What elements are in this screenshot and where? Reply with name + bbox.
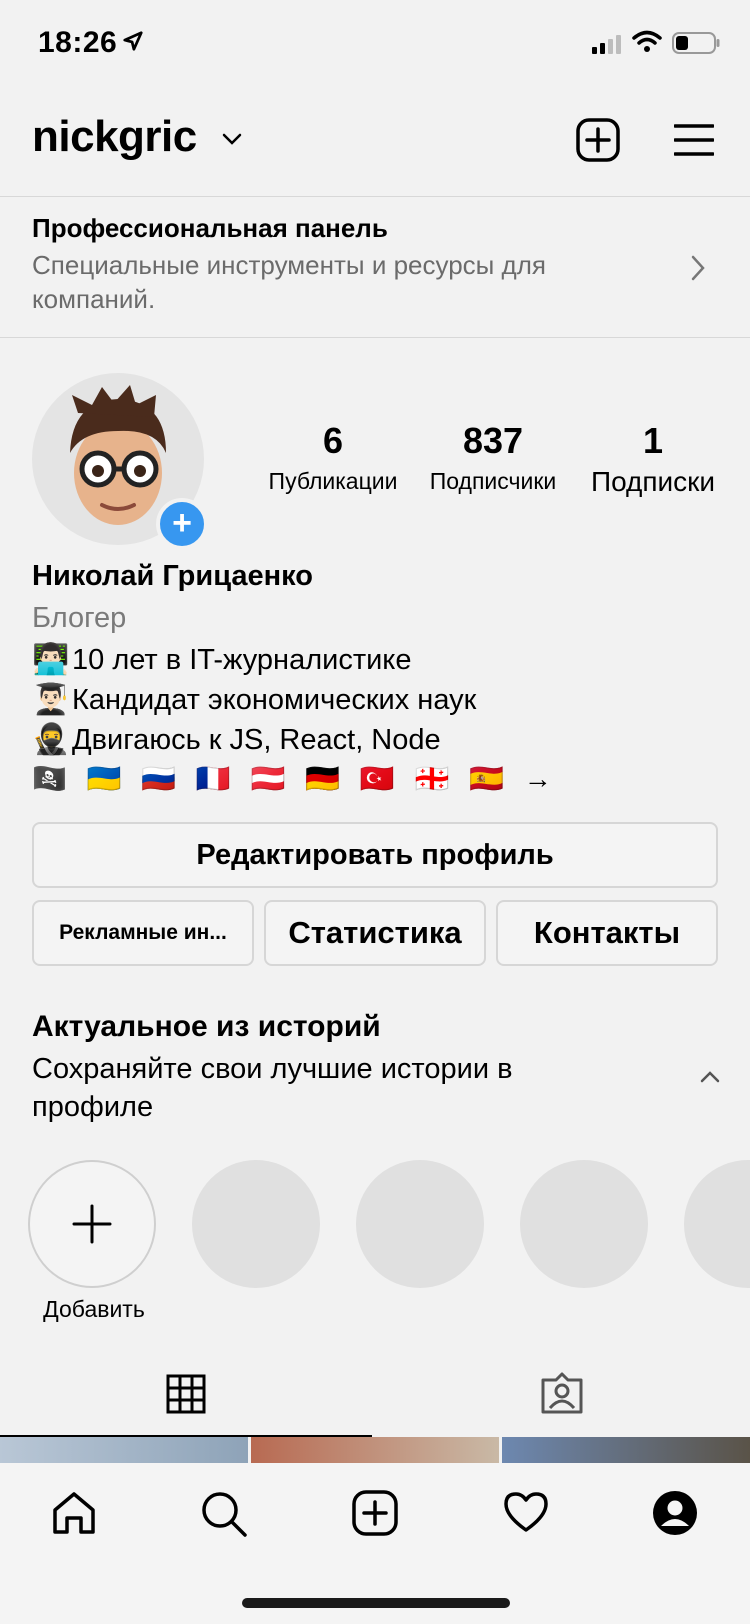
add-highlight-label: Добавить (43, 1296, 145, 1322)
bio-emoji: 👨🏻‍💻 (32, 643, 70, 676)
chevron-down-icon[interactable] (222, 132, 242, 146)
bio-emoji: 🥷 (32, 723, 70, 756)
bio-text: 10 лет в IT-журналистике (72, 644, 412, 676)
bio-text: Двигаюсь к JS, React, Node (72, 724, 441, 756)
pro-panel-subtitle[interactable]: Специальные инструменты и ресурсы для ко… (32, 248, 652, 316)
chevron-right-icon[interactable] (690, 254, 706, 282)
highlight-placeholder (192, 1160, 320, 1288)
post-thumbnails (0, 1437, 750, 1463)
add-story-button[interactable]: + (156, 498, 208, 550)
heart-icon[interactable] (502, 1490, 550, 1534)
post-thumbnail[interactable] (251, 1437, 499, 1463)
stat-value: 837 (462, 420, 524, 461)
search-icon[interactable] (200, 1490, 248, 1538)
signal-icon (592, 35, 621, 54)
grid-icon[interactable] (166, 1374, 206, 1414)
wifi-icon (632, 30, 662, 52)
stat-value: 1 (642, 420, 664, 461)
plus-icon (72, 1204, 112, 1244)
bio-flags: 🏴‍☠️ 🇺🇦 🇷🇺 🇫🇷 🇦🇹 🇩🇪 🇹🇷 🇬🇪 🇪🇸 → (32, 763, 558, 794)
highlight-placeholder (520, 1160, 648, 1288)
new-post-nav-icon[interactable] (352, 1490, 398, 1536)
stat-followers[interactable]: 837 Подписчики (418, 420, 568, 495)
new-post-icon[interactable] (576, 118, 620, 162)
edit-profile-button[interactable]: Редактировать профиль (32, 822, 718, 888)
location-arrow-icon (123, 31, 143, 51)
stat-label: Подписчики (429, 468, 557, 494)
home-indicator (242, 1598, 510, 1608)
menu-icon[interactable] (674, 124, 714, 156)
pro-panel-divider (0, 337, 750, 338)
chevron-up-icon[interactable] (700, 1070, 720, 1084)
stat-label: Публикации (268, 468, 398, 494)
post-thumbnail[interactable] (0, 1437, 248, 1463)
bio-line: 👨🏻‍🎓Кандидат экономических наук (32, 682, 476, 717)
profile-name: Николай Грицаенко (32, 560, 314, 592)
status-time: 18:26 (38, 26, 118, 59)
add-highlight-button[interactable] (28, 1160, 156, 1288)
stat-following[interactable]: 1 Подписки (578, 420, 728, 498)
post-thumbnail[interactable] (502, 1437, 750, 1463)
bio-text: Кандидат экономических наук (72, 684, 477, 716)
stat-value: 6 (322, 420, 344, 461)
highlight-placeholder (356, 1160, 484, 1288)
bio-emoji: 👨🏻‍🎓 (32, 683, 70, 716)
tagged-icon[interactable] (540, 1372, 584, 1414)
stat-posts[interactable]: 6 Публикации (258, 420, 408, 495)
insights-button[interactable]: Статистика (264, 900, 486, 966)
header-divider (0, 196, 750, 197)
stat-label: Подписки (590, 466, 716, 497)
highlights-subtitle: Сохраняйте свои лучшие истории в профиле (32, 1053, 513, 1123)
battery-icon (672, 32, 720, 54)
profile-category: Блогер (32, 602, 127, 634)
profile-icon[interactable] (652, 1490, 698, 1536)
highlights-title: Актуальное из историй (32, 1010, 381, 1043)
home-icon[interactable] (51, 1490, 97, 1536)
bio-line: 🥷Двигаюсь к JS, React, Node (32, 722, 441, 757)
ad-tools-button[interactable]: Рекламные ин... (32, 900, 254, 966)
bio-line: 👨🏻‍💻10 лет в IT-журналистике (32, 642, 411, 677)
profile-username[interactable]: nickgric (32, 112, 197, 162)
highlight-placeholder (684, 1160, 750, 1288)
contacts-button[interactable]: Контакты (496, 900, 718, 966)
pro-panel-title[interactable]: Профессиональная панель (32, 213, 388, 244)
